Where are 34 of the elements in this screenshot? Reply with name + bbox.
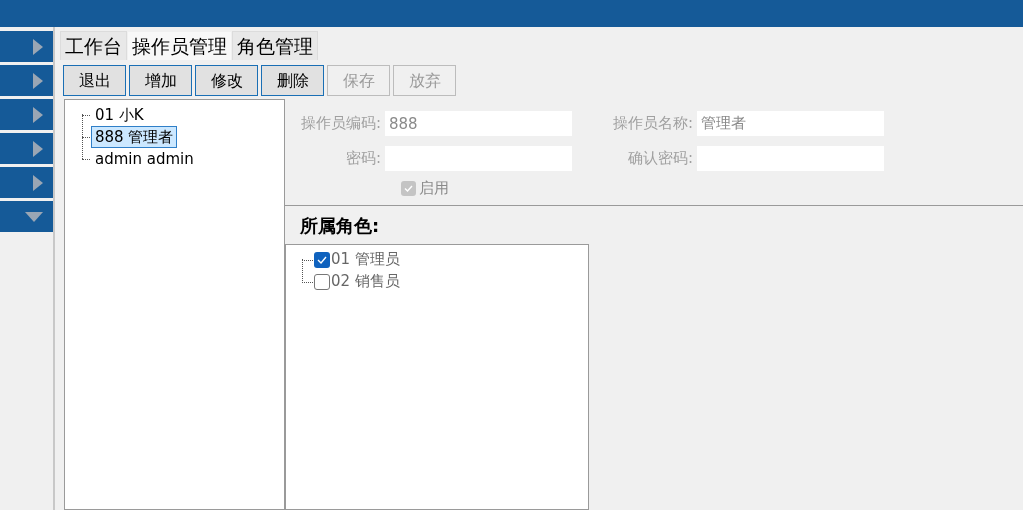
- role-label[interactable]: 01 管理员: [331, 248, 400, 271]
- checkbox[interactable]: [314, 273, 330, 290]
- tree-item[interactable]: admin admin: [91, 148, 198, 170]
- field-label: 操作员名称:: [611, 113, 694, 135]
- checkbox-label: 启用: [419, 178, 449, 199]
- tab[interactable]: 操作员管理: [127, 31, 232, 60]
- tree-item[interactable]: 01 小K: [91, 104, 148, 126]
- tab[interactable]: 角色管理: [232, 31, 318, 60]
- tree-item[interactable]: 888 管理者: [91, 126, 178, 148]
- caret-right-icon: [33, 72, 43, 89]
- sidebar-item[interactable]: [0, 31, 53, 62]
- sidebar-item[interactable]: [0, 65, 53, 96]
- caret-right-icon: [33, 106, 43, 123]
- field-label: 确认密码:: [626, 148, 694, 170]
- tab[interactable]: 工作台: [60, 31, 127, 60]
- check-icon: [404, 184, 413, 192]
- role-label[interactable]: 02 销售员: [331, 270, 400, 293]
- toolbar-button[interactable]: 修改: [195, 65, 258, 96]
- caret-right-icon: [33, 174, 43, 191]
- section-title: 所属角色:: [299, 213, 381, 238]
- sidebar-item[interactable]: [0, 133, 53, 164]
- sidebar-item[interactable]: [0, 99, 53, 130]
- field-label: 操作员编码:: [299, 113, 382, 135]
- caret-right-icon: [33, 38, 43, 55]
- checkbox[interactable]: [314, 251, 330, 268]
- check-icon: [317, 255, 327, 264]
- field-label: 密码:: [344, 148, 382, 170]
- toolbar-button[interactable]: 增加: [129, 65, 192, 96]
- sidebar-item[interactable]: [0, 167, 53, 198]
- caret-down-icon: [25, 211, 43, 222]
- toolbar-button[interactable]: 退出: [63, 65, 126, 96]
- sidebar-item[interactable]: [0, 201, 53, 232]
- toolbar-button[interactable]: 删除: [261, 65, 324, 96]
- caret-right-icon: [33, 140, 43, 157]
